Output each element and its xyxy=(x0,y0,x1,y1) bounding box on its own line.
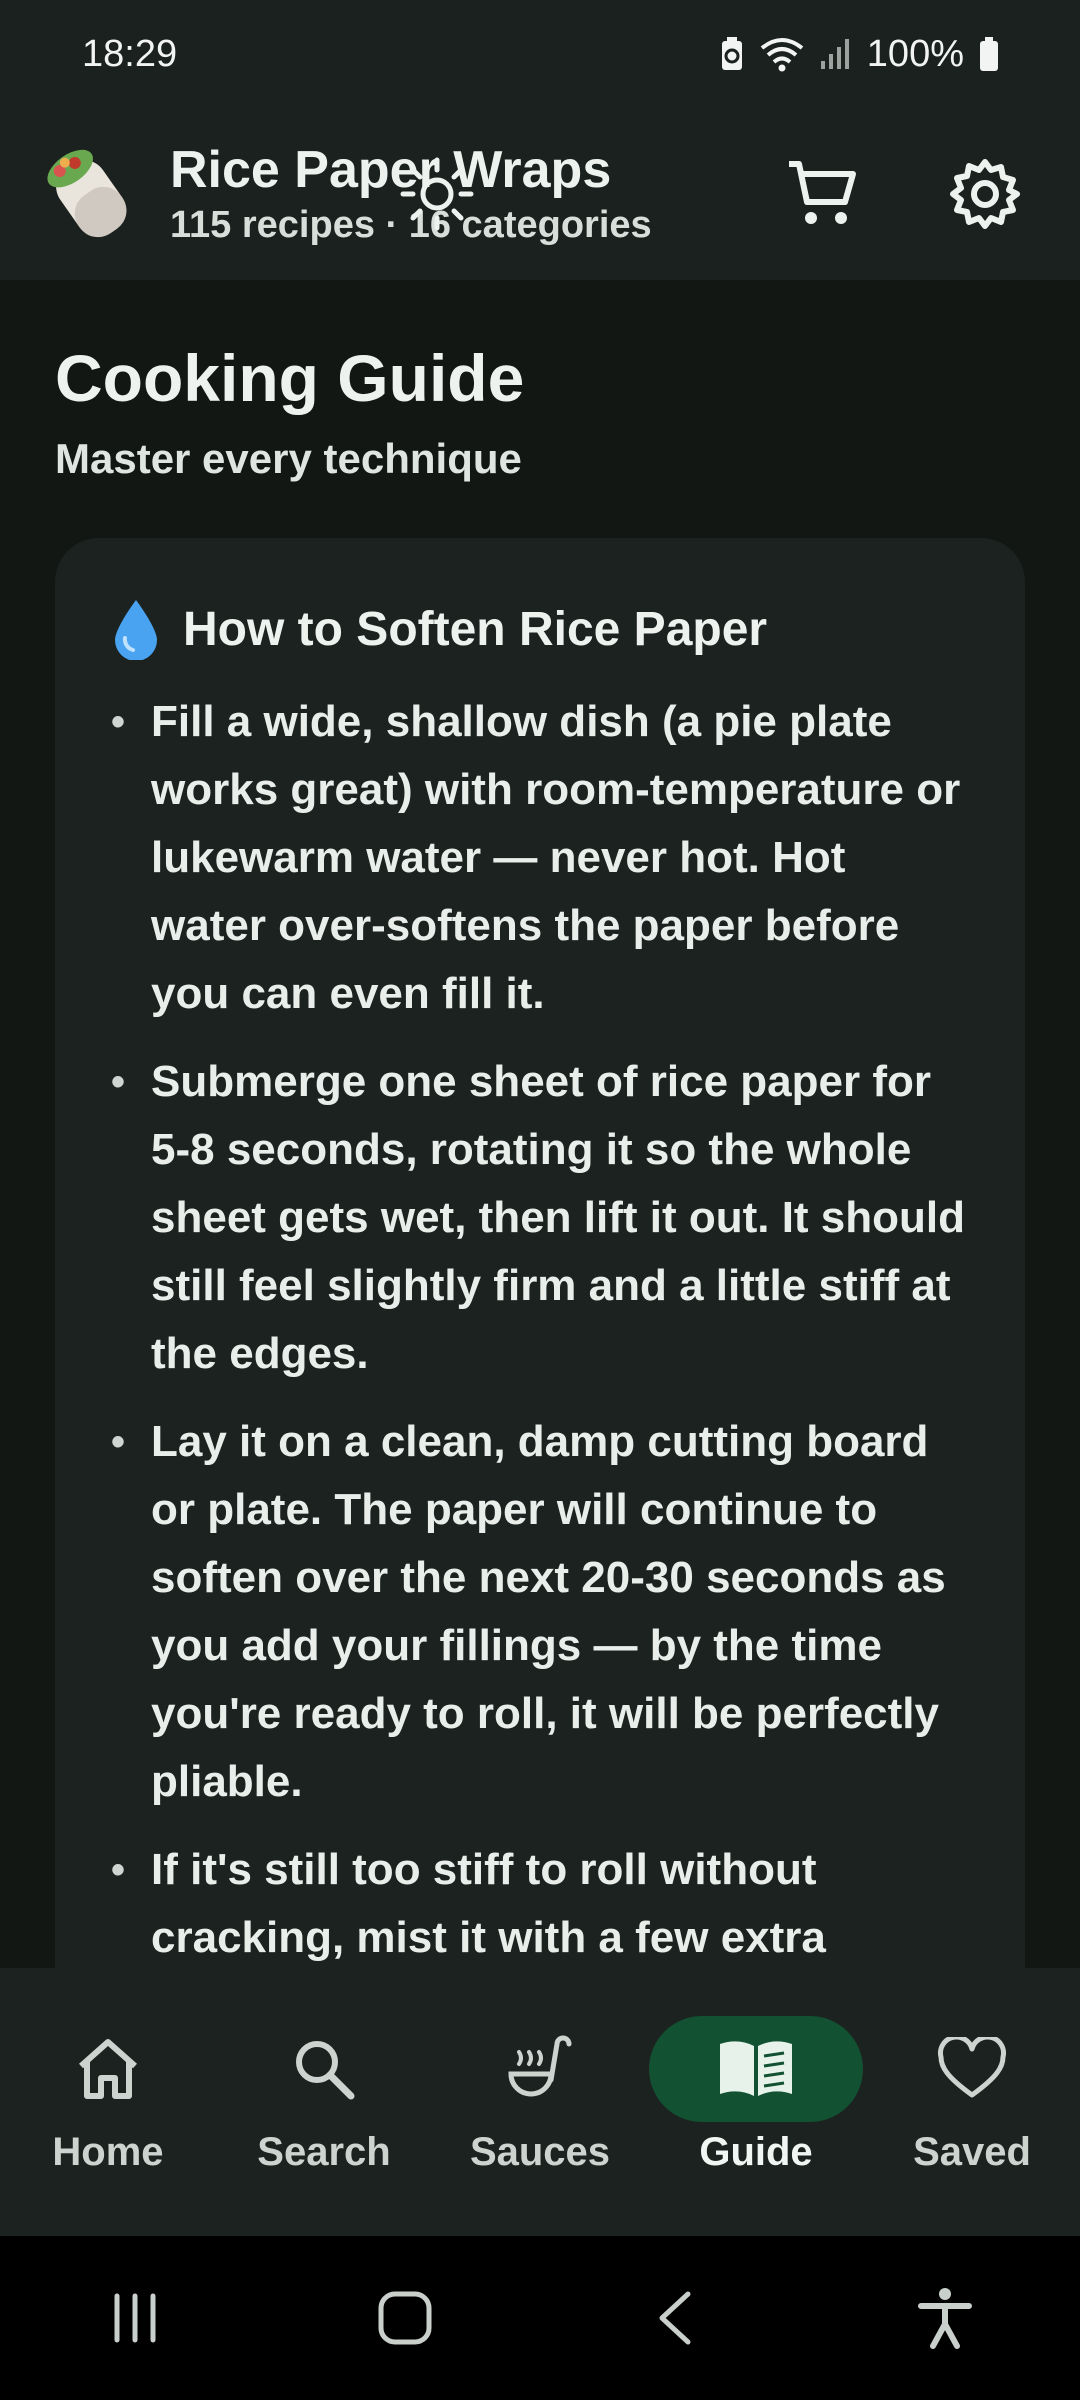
app-bar: Rice Paper Wraps 115 recipes · 16 catego… xyxy=(0,108,1080,280)
nav-saved-icon-wrap xyxy=(865,2016,1079,2122)
nav-home-label: Home xyxy=(52,2130,164,2174)
gear-icon xyxy=(950,159,1020,229)
back-button[interactable] xyxy=(595,2268,755,2368)
page-title: Cooking Guide xyxy=(55,341,525,415)
list-item: Fill a wide, shallow dish (a pie plate w… xyxy=(111,688,969,1028)
nav-sauces[interactable]: Sauces xyxy=(440,2016,640,2175)
guide-card: How to Soften Rice Paper Fill a wide, sh… xyxy=(55,538,1025,1968)
home-square-icon xyxy=(378,2291,432,2345)
nav-saved-label: Saved xyxy=(913,2130,1031,2174)
tips-list: Fill a wide, shallow dish (a pie plate w… xyxy=(111,688,969,1968)
theme-toggle-button[interactable] xyxy=(372,129,502,259)
list-item: Submerge one sheet of rice paper for 5-8… xyxy=(111,1048,969,1388)
nav-search-label: Search xyxy=(257,2130,391,2174)
nav-sauces-icon-wrap xyxy=(433,2016,647,2122)
battery-percent: 100% xyxy=(866,32,964,75)
battery-icon xyxy=(980,37,998,71)
water-drop-icon xyxy=(115,600,157,660)
nav-search-icon-wrap xyxy=(217,2016,431,2122)
nav-saved[interactable]: Saved xyxy=(872,2016,1072,2175)
system-navigation xyxy=(0,2236,1080,2400)
cart-button[interactable] xyxy=(758,129,888,259)
card-title: How to Soften Rice Paper xyxy=(183,602,768,656)
cart-icon xyxy=(789,161,856,224)
status-icons: 100% xyxy=(719,33,1000,76)
list-item: If it's still too stiff to roll without … xyxy=(111,1836,969,1968)
nav-sauces-label: Sauces xyxy=(469,2130,611,2174)
burrito-logo-icon xyxy=(47,149,127,238)
list-item: Lay it on a clean, damp cutting board or… xyxy=(111,1408,969,1816)
status-time: 18:29 xyxy=(82,32,178,75)
settings-button[interactable] xyxy=(920,129,1050,259)
nav-search[interactable]: Search xyxy=(224,2016,424,2175)
main-content[interactable]: Cooking Guide Master every technique How… xyxy=(0,280,1080,1968)
nav-guide-icon-wrap xyxy=(649,2016,863,2122)
recent-apps-button[interactable] xyxy=(55,2268,215,2368)
nav-guide-label: Guide xyxy=(699,2130,813,2174)
page-subtitle: Master every technique xyxy=(55,435,522,482)
bottom-navigation: Home Search Sauces Guide Saved xyxy=(0,1968,1080,2236)
card-header: How to Soften Rice Paper xyxy=(111,598,969,660)
app-bar-actions xyxy=(400,108,1050,280)
home-system-button[interactable] xyxy=(325,2268,485,2368)
ladle-icon xyxy=(508,2035,572,2097)
recent-apps-icon xyxy=(114,2293,156,2343)
nav-home-icon-wrap xyxy=(1,2016,215,2122)
book-icon xyxy=(720,2041,792,2096)
signal-icon xyxy=(820,39,849,69)
status-bar: 18:29 100% xyxy=(0,0,1080,108)
accessibility-icon xyxy=(918,2288,972,2349)
heart-icon xyxy=(938,2037,1006,2098)
nav-home[interactable]: Home xyxy=(8,2016,208,2175)
battery-saver-icon xyxy=(721,37,742,70)
accessibility-button[interactable] xyxy=(865,2268,1025,2368)
back-chevron-icon xyxy=(659,2291,691,2345)
nav-guide[interactable]: Guide xyxy=(649,2016,863,2175)
wifi-icon xyxy=(760,38,804,72)
sun-icon xyxy=(400,157,474,231)
search-icon xyxy=(296,2041,355,2100)
home-icon xyxy=(79,2039,137,2099)
